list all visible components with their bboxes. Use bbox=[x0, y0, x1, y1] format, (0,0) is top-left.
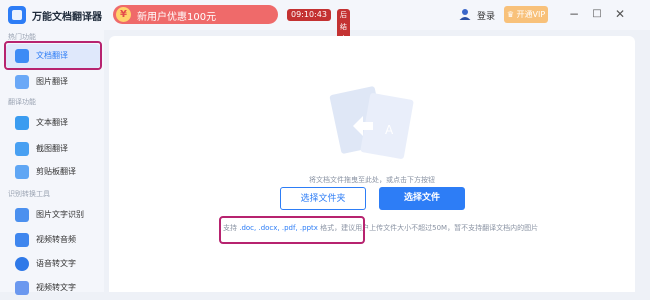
sidebar-item-label: 截图翻译 bbox=[36, 144, 68, 153]
promo-text: 新用户优惠100元 bbox=[137, 12, 217, 23]
video-icon bbox=[15, 233, 29, 247]
sidebar-item-image-translate[interactable]: 图片翻译 bbox=[6, 70, 100, 94]
maximize-icon[interactable]: □ bbox=[589, 5, 605, 23]
sidebar-item-label: 语音转文字 bbox=[36, 259, 76, 268]
login-link[interactable]: 登录 bbox=[477, 9, 495, 22]
sidebar-item-label: 图片文字识别 bbox=[36, 210, 84, 219]
title-bar: 万能文档翻译器 ¥ 新用户优惠100元 09:10:43 后结束 登录 开通VI… bbox=[0, 0, 650, 45]
document-upload-illustration: A bbox=[329, 86, 414, 159]
select-folder-button[interactable]: 选择文件夹 bbox=[280, 187, 366, 210]
sidebar-item-video-to-text[interactable]: 视频转文字 bbox=[6, 276, 100, 300]
app-title: 万能文档翻译器 bbox=[32, 12, 102, 23]
sidebar-item-label: 视频转文字 bbox=[36, 283, 76, 292]
drop-hint: 将文档文件拖曳至此处，或点击下方按钮 bbox=[309, 176, 435, 184]
sidebar-item-label: 视频转音频 bbox=[36, 235, 76, 244]
voice-icon bbox=[15, 257, 29, 271]
svg-text:A: A bbox=[385, 123, 394, 137]
coupon-icon: ¥ bbox=[116, 7, 131, 22]
image-icon bbox=[15, 75, 29, 89]
highlight-box-sidebar bbox=[4, 41, 102, 70]
screenshot-icon bbox=[15, 142, 29, 156]
section-label-tools: 识别转换工具 bbox=[8, 190, 50, 198]
sidebar-item-clipboard-translate[interactable]: 剪贴板翻译 bbox=[6, 160, 100, 184]
vip-button[interactable]: 开通VIP bbox=[504, 6, 548, 23]
sidebar-item-screenshot-translate[interactable]: 截图翻译 bbox=[6, 137, 100, 161]
ocr-icon bbox=[15, 208, 29, 222]
sidebar-item-ocr[interactable]: 图片文字识别 bbox=[6, 203, 100, 227]
user-avatar-icon[interactable] bbox=[458, 7, 472, 21]
drop-zone[interactable]: A 将文档文件拖曳至此处，或点击下方按钮 选择文件夹 选择文件 支持 .doc,… bbox=[109, 36, 635, 292]
app-logo-icon bbox=[8, 6, 26, 24]
sidebar-item-text-translate[interactable]: 文本翻译 bbox=[6, 111, 100, 135]
highlight-box-formats bbox=[219, 216, 365, 244]
section-label-translate: 翻译功能 bbox=[8, 98, 36, 106]
promo-banner[interactable]: ¥ 新用户优惠100元 09:10:43 后结束 bbox=[113, 5, 350, 45]
text-icon bbox=[15, 116, 29, 130]
promo-countdown: 09:10:43 bbox=[287, 9, 331, 21]
sidebar-item-label: 图片翻译 bbox=[36, 77, 68, 86]
audio-icon bbox=[15, 281, 29, 295]
sidebar-item-voice-to-text[interactable]: 语音转文字 bbox=[6, 252, 100, 276]
sidebar-item-label: 剪贴板翻译 bbox=[36, 167, 76, 176]
sidebar-item-video-to-audio[interactable]: 视频转音频 bbox=[6, 228, 100, 252]
close-icon[interactable]: ✕ bbox=[612, 5, 628, 23]
minimize-icon[interactable]: − bbox=[566, 5, 582, 23]
select-file-button[interactable]: 选择文件 bbox=[379, 187, 465, 210]
sidebar-item-label: 文本翻译 bbox=[36, 118, 68, 127]
clipboard-icon bbox=[15, 165, 29, 179]
